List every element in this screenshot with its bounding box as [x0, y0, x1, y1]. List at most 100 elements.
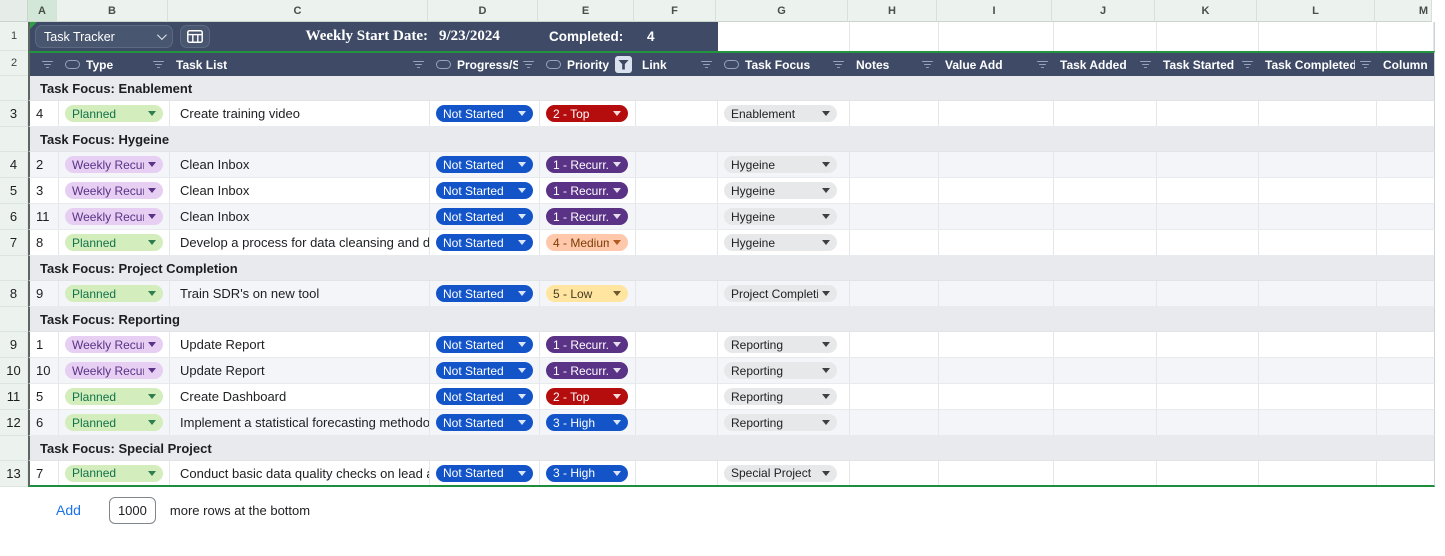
priority-dropdown-chip[interactable]: 2 - Top	[546, 105, 628, 122]
empty-cell[interactable]	[1259, 384, 1377, 409]
cell-task-list[interactable]: Clean Inbox	[170, 152, 430, 177]
column-filter-header-Link[interactable]: Link	[636, 53, 718, 76]
cell-task-list[interactable]: Train SDR's on new tool	[170, 281, 430, 306]
row-number[interactable]: 9	[0, 332, 28, 358]
group-header-label[interactable]: Task Focus: Project Completion	[30, 256, 1434, 280]
filter-icon[interactable]	[1036, 59, 1048, 70]
cell-task-list[interactable]: Conduct basic data quality checks on lea…	[170, 461, 430, 485]
empty-cell[interactable]	[1377, 22, 1434, 51]
group-header-label[interactable]: Task Focus: Reporting	[30, 307, 1434, 331]
column-filter-header-Task Completed[interactable]: Task Completed	[1259, 53, 1377, 76]
cell-task-id[interactable]: 11	[30, 204, 59, 229]
group-header-label[interactable]: Task Focus: Enablement	[30, 76, 1434, 100]
task-focus-dropdown-chip[interactable]: Reporting	[724, 362, 837, 379]
cell-link[interactable]	[636, 358, 718, 383]
cell-task-id[interactable]: 9	[30, 281, 59, 306]
sheet-corner[interactable]	[0, 0, 28, 22]
progress-dropdown-chip[interactable]: Not Started	[436, 362, 533, 379]
empty-cell[interactable]	[939, 178, 1054, 203]
empty-cell[interactable]	[1259, 410, 1377, 435]
empty-cell[interactable]	[1054, 152, 1157, 177]
column-header-H[interactable]: H	[848, 0, 937, 22]
empty-cell[interactable]	[1377, 230, 1434, 255]
filter-icon[interactable]	[1139, 59, 1151, 70]
cell-task-focus[interactable]: Project Completi...	[718, 281, 850, 306]
empty-cell[interactable]	[1377, 281, 1434, 306]
empty-cell[interactable]	[1259, 178, 1377, 203]
empty-cell[interactable]	[939, 332, 1054, 357]
cell-task-id[interactable]: 3	[30, 178, 59, 203]
empty-cell[interactable]	[939, 410, 1054, 435]
column-filter-header-Task Added[interactable]: Task Added	[1054, 53, 1157, 76]
cell-priority[interactable]: 1 - Recurr...	[540, 358, 636, 383]
column-header-L[interactable]: L	[1257, 0, 1375, 22]
cell-link[interactable]	[636, 461, 718, 485]
cell-link[interactable]	[636, 101, 718, 126]
cell-task-id[interactable]: 8	[30, 230, 59, 255]
row-number[interactable]: 5	[0, 178, 28, 204]
empty-cell[interactable]	[939, 230, 1054, 255]
type-dropdown-chip[interactable]: Weekly Recur...	[65, 362, 163, 379]
cell-task-focus[interactable]: Reporting	[718, 410, 850, 435]
cell-priority[interactable]: 1 - Recurr...	[540, 152, 636, 177]
empty-cell[interactable]	[1377, 152, 1434, 177]
cell-task-list[interactable]: Clean Inbox	[170, 204, 430, 229]
cell-progress[interactable]: Not Started	[430, 281, 540, 306]
empty-cell[interactable]	[939, 204, 1054, 229]
cell-type[interactable]: Planned	[59, 410, 170, 435]
column-header-I[interactable]: I	[937, 0, 1052, 22]
task-focus-dropdown-chip[interactable]: Project Completi...	[724, 285, 837, 302]
column-header-F[interactable]: F	[634, 0, 716, 22]
empty-cell[interactable]	[1054, 358, 1157, 383]
empty-cell[interactable]	[850, 230, 939, 255]
empty-cell[interactable]	[850, 358, 939, 383]
filter-icon[interactable]	[832, 59, 844, 70]
column-filter-header-Value Add[interactable]: Value Add	[939, 53, 1054, 76]
cell-progress[interactable]: Not Started	[430, 410, 540, 435]
empty-cell[interactable]	[1157, 332, 1259, 357]
empty-cell[interactable]	[939, 22, 1054, 51]
row-number[interactable]: 4	[0, 152, 28, 178]
empty-cell[interactable]	[1157, 204, 1259, 229]
empty-cell[interactable]	[939, 101, 1054, 126]
empty-cell[interactable]	[1377, 178, 1434, 203]
empty-cell[interactable]	[850, 22, 939, 51]
progress-dropdown-chip[interactable]: Not Started	[436, 182, 533, 199]
priority-dropdown-chip[interactable]: 4 - Medium	[546, 234, 628, 251]
row-number[interactable]: 10	[0, 358, 28, 384]
column-filter-header-Column 13[interactable]: Column 13	[1377, 53, 1434, 76]
priority-dropdown-chip[interactable]: 3 - High	[546, 465, 628, 482]
progress-dropdown-chip[interactable]: Not Started	[436, 208, 533, 225]
table-name-dropdown[interactable]: Task Tracker	[35, 25, 173, 48]
priority-dropdown-chip[interactable]: 3 - High	[546, 414, 628, 431]
empty-cell[interactable]	[1157, 384, 1259, 409]
empty-cell[interactable]	[1157, 22, 1259, 51]
filter-icon[interactable]	[41, 59, 53, 70]
cell-task-focus[interactable]: Hygeine	[718, 204, 850, 229]
task-focus-dropdown-chip[interactable]: Hygeine	[724, 234, 837, 251]
cell-task-id[interactable]: 1	[30, 332, 59, 357]
cell-type[interactable]: Weekly Recur...	[59, 332, 170, 357]
cell-type[interactable]: Planned	[59, 230, 170, 255]
row-gutter-blank[interactable]	[0, 307, 28, 332]
cell-progress[interactable]: Not Started	[430, 461, 540, 485]
completed-value[interactable]: 4	[647, 22, 655, 51]
filter-icon[interactable]	[412, 59, 424, 70]
empty-cell[interactable]	[1377, 358, 1434, 383]
task-focus-dropdown-chip[interactable]: Reporting	[724, 414, 837, 431]
empty-cell[interactable]	[1157, 101, 1259, 126]
row-gutter-blank[interactable]	[0, 436, 28, 461]
add-rows-button[interactable]: Add	[56, 502, 81, 518]
task-focus-dropdown-chip[interactable]: Reporting	[724, 388, 837, 405]
empty-cell[interactable]	[1054, 384, 1157, 409]
cell-task-focus[interactable]: Special Project	[718, 461, 850, 485]
empty-cell[interactable]	[1054, 332, 1157, 357]
row-number[interactable]: 1	[0, 22, 28, 51]
type-dropdown-chip[interactable]: Planned	[65, 285, 163, 302]
type-dropdown-chip[interactable]: Weekly Recur...	[65, 208, 163, 225]
cell-progress[interactable]: Not Started	[430, 204, 540, 229]
type-dropdown-chip[interactable]: Planned	[65, 388, 163, 405]
empty-cell[interactable]	[1259, 461, 1377, 485]
weekly-start-date-label[interactable]: Weekly Start Date:	[230, 22, 428, 51]
row-number[interactable]: 6	[0, 204, 28, 230]
